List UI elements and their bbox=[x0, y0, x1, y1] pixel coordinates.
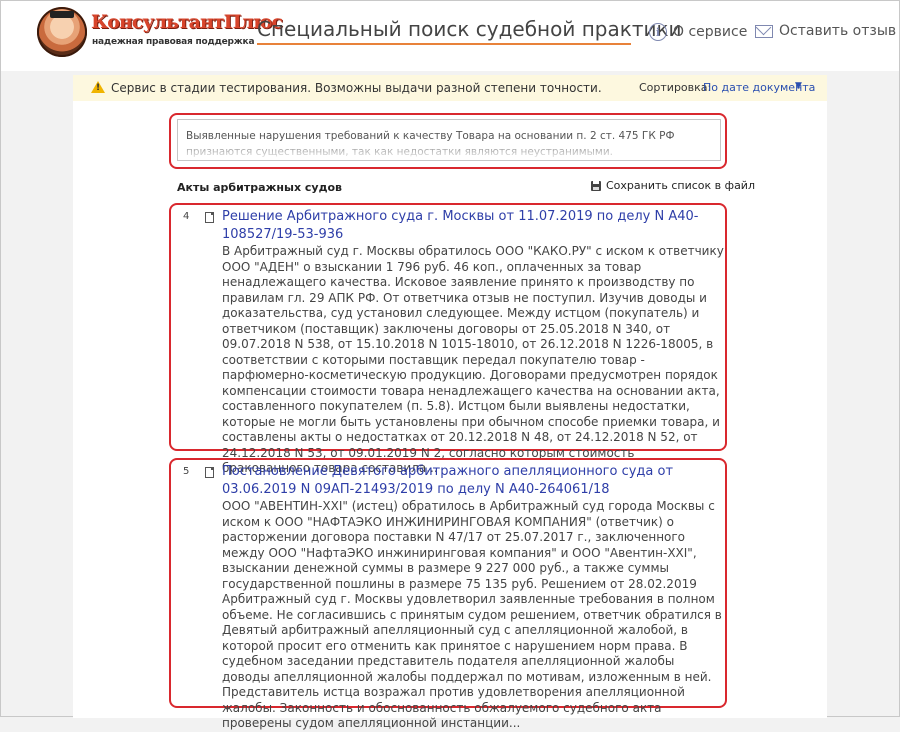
save-list-label: Сохранить список в файл bbox=[606, 179, 755, 192]
page-title: Специальный поиск судебной практики bbox=[257, 17, 682, 41]
result-title-link[interactable]: Постановление Девятого арбитражного апел… bbox=[222, 463, 718, 499]
mail-icon bbox=[755, 24, 773, 38]
feedback-label: Оставить отзыв bbox=[779, 23, 897, 39]
document-icon bbox=[205, 212, 214, 223]
about-service-link[interactable]: i О сервисе bbox=[649, 23, 747, 41]
sort-label: Сортировка: bbox=[639, 81, 712, 94]
chevron-down-icon[interactable]: ▼ bbox=[795, 81, 802, 91]
graduate-cap-icon bbox=[50, 11, 74, 18]
result-number: 5 bbox=[183, 466, 190, 477]
result-snippet: В Арбитражный суд г. Москвы обратилось О… bbox=[222, 244, 724, 475]
about-service-label: О сервисе bbox=[673, 24, 748, 40]
title-underline bbox=[257, 43, 631, 45]
document-icon bbox=[205, 467, 214, 478]
result-title-link[interactable]: Решение Арбитражного суда г. Москвы от 1… bbox=[222, 208, 718, 244]
notice-text: Сервис в стадии тестирования. Возможны в… bbox=[111, 81, 602, 95]
logo[interactable]: КонсультантПлюс надежная правовая поддер… bbox=[37, 7, 283, 57]
save-list-button[interactable]: Сохранить список в файл bbox=[591, 179, 755, 192]
content-panel: ! Сервис в стадии тестирования. Возможны… bbox=[73, 75, 827, 730]
floppy-disk-icon bbox=[591, 180, 601, 191]
section-title: Акты арбитражных судов bbox=[177, 181, 342, 194]
feedback-link[interactable]: Оставить отзыв bbox=[755, 23, 896, 39]
header: КонсультантПлюс надежная правовая поддер… bbox=[1, 1, 899, 71]
logo-subtitle: надежная правовая поддержка bbox=[92, 37, 255, 47]
query-field[interactable]: Выявленные нарушения требований к качест… bbox=[177, 119, 721, 161]
result-number: 4 bbox=[183, 211, 190, 222]
info-icon: i bbox=[649, 23, 667, 41]
logo-title: КонсультантПлюс bbox=[91, 11, 283, 33]
result-snippet: ООО "АВЕНТИН-XXI" (истец) обратилось в А… bbox=[222, 499, 722, 730]
testing-notice: ! Сервис в стадии тестирования. Возможны… bbox=[73, 75, 827, 101]
